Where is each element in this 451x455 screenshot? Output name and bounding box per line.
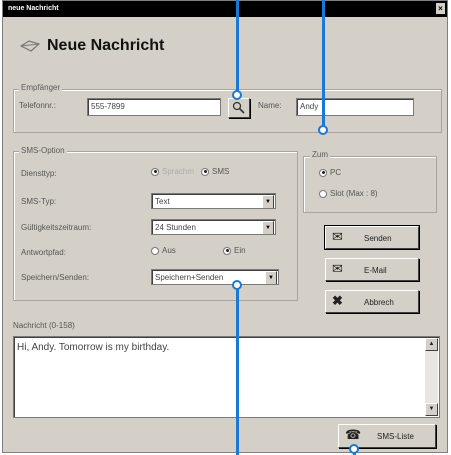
- chevron-down-icon[interactable]: ▼: [262, 221, 274, 234]
- dienst-sprachm-radio[interactable]: Sprachm: [151, 167, 194, 176]
- scroll-down-icon[interactable]: ▼: [425, 403, 438, 416]
- antwort-ein-radio[interactable]: Ein: [223, 246, 246, 255]
- close-icon[interactable]: ×: [436, 3, 445, 14]
- antwort-aus-radio[interactable]: Aus: [151, 246, 176, 255]
- sms-typ-label: SMS-Typ:: [21, 197, 57, 206]
- nachricht-textarea[interactable]: Hi, Andy. Tomorrow is my birthday. ▲ ▼: [13, 336, 440, 418]
- name-label: Name:: [258, 101, 282, 110]
- sms-option-group-label: SMS-Option: [19, 146, 67, 155]
- callout-line-zum: [322, 0, 325, 128]
- zum-pc-radio[interactable]: PC: [319, 168, 341, 177]
- page-title: Neue Nachricht: [47, 37, 165, 54]
- chevron-down-icon[interactable]: ▼: [265, 271, 277, 284]
- scrollbar[interactable]: ▲ ▼: [425, 338, 438, 416]
- telefon-input[interactable]: 555-7899: [87, 98, 221, 116]
- antwort-label: Antwortpfad:: [21, 248, 66, 257]
- send-icon: ✉: [332, 229, 343, 244]
- zum-group: [303, 156, 437, 213]
- message-icon: [19, 39, 41, 53]
- chevron-down-icon[interactable]: ▼: [262, 195, 274, 208]
- window-title: neue Nachricht: [8, 5, 59, 12]
- email-button[interactable]: ✉ E-Mail: [325, 258, 419, 281]
- dienst-sms-radio[interactable]: SMS: [201, 167, 229, 176]
- email-icon: ✉: [332, 261, 343, 276]
- scroll-up-icon[interactable]: ▲: [425, 338, 438, 351]
- lookup-button[interactable]: [228, 98, 250, 118]
- magnifier-icon: [232, 101, 245, 114]
- gueltigkeit-select[interactable]: 24 Stunden ▼: [151, 219, 276, 235]
- telefon-label: Telefonnr.:: [19, 101, 56, 110]
- zum-group-label: Zum: [310, 150, 330, 159]
- zum-slot-radio[interactable]: Slot (Max : 8): [319, 189, 378, 198]
- callout-marker: [232, 90, 242, 100]
- speichern-label: Speichern/Senden:: [21, 273, 90, 282]
- sms-typ-select[interactable]: Text ▼: [151, 193, 276, 209]
- callout-marker: [349, 444, 359, 454]
- callout-marker: [232, 280, 242, 290]
- name-input[interactable]: Andy: [296, 98, 414, 116]
- callout-marker: [318, 125, 328, 135]
- gueltigkeit-label: Gültigkeitszeitraum:: [21, 223, 92, 232]
- dienst-label: Diensttyp:: [21, 169, 57, 178]
- dialog-window: neue Nachricht × Neue Nachricht Empfänge…: [2, 0, 448, 453]
- senden-button[interactable]: ✉ Senden: [325, 226, 419, 249]
- callout-line-lookup: [236, 0, 239, 94]
- nachricht-label: Nachricht (0-158): [13, 321, 75, 330]
- abbrechen-button[interactable]: ✖ Abbrech: [325, 290, 419, 313]
- cancel-x-icon: ✖: [332, 293, 343, 308]
- callout-line-speichern: [236, 284, 239, 455]
- speichern-select[interactable]: Speichern+Senden ▼: [151, 269, 279, 285]
- title-bar[interactable]: neue Nachricht ×: [3, 1, 447, 17]
- nachricht-text: Hi, Andy. Tomorrow is my birthday.: [17, 342, 170, 353]
- list-icon: ☎: [345, 427, 362, 442]
- empfaenger-group-label: Empfänger: [19, 83, 63, 92]
